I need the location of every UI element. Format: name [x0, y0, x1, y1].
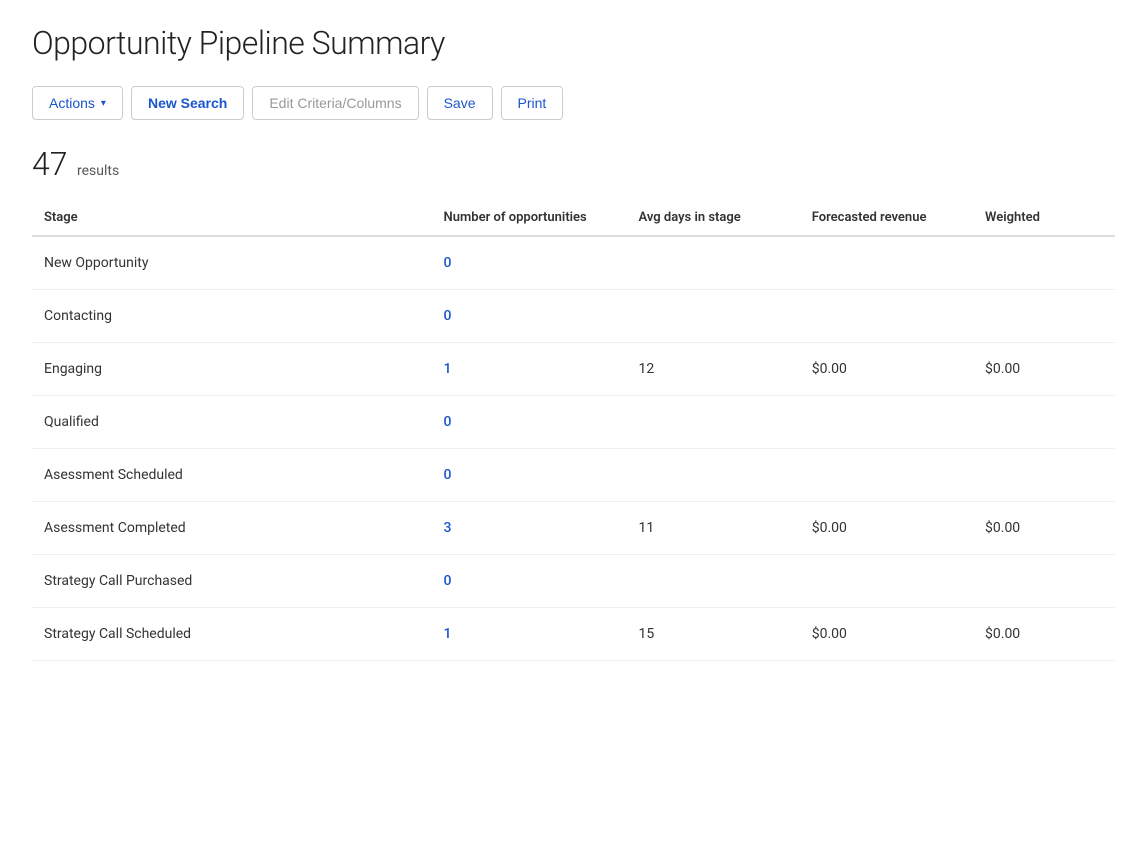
num-opps-link[interactable]: 1: [444, 361, 452, 377]
num-opps-link[interactable]: 0: [444, 255, 452, 271]
cell-num-opps[interactable]: 0: [444, 236, 639, 290]
cell-avg-days: [638, 555, 811, 608]
cell-weighted: $0.00: [985, 343, 1115, 396]
table-row: Asessment Completed311$0.00$0.00: [32, 502, 1115, 555]
cell-num-opps[interactable]: 0: [444, 449, 639, 502]
cell-avg-days: [638, 449, 811, 502]
cell-stage: Engaging: [32, 343, 444, 396]
cell-num-opps[interactable]: 0: [444, 555, 639, 608]
results-summary: 47 results: [32, 148, 1115, 180]
column-header-weighted: Weighted: [985, 200, 1115, 236]
actions-label: Actions: [49, 95, 95, 111]
cell-forecasted: [812, 555, 985, 608]
column-header-stage: Stage: [32, 200, 444, 236]
cell-stage: Strategy Call Scheduled: [32, 608, 444, 661]
cell-weighted: [985, 236, 1115, 290]
cell-forecasted: [812, 449, 985, 502]
cell-weighted: $0.00: [985, 502, 1115, 555]
cell-stage: Contacting: [32, 290, 444, 343]
cell-avg-days: [638, 236, 811, 290]
cell-avg-days: 15: [638, 608, 811, 661]
cell-forecasted: [812, 236, 985, 290]
chevron-down-icon: ▾: [101, 98, 106, 109]
num-opps-link[interactable]: 0: [444, 308, 452, 324]
cell-weighted: $0.00: [985, 608, 1115, 661]
cell-num-opps[interactable]: 0: [444, 396, 639, 449]
results-count-number: 47: [32, 145, 68, 183]
column-header-avg-days: Avg days in stage: [638, 200, 811, 236]
cell-weighted: [985, 449, 1115, 502]
page-title: Opportunity Pipeline Summary: [32, 24, 1115, 62]
cell-stage: New Opportunity: [32, 236, 444, 290]
table-row: Qualified0: [32, 396, 1115, 449]
toolbar: Actions ▾ New Search Edit Criteria/Colum…: [32, 86, 1115, 120]
cell-stage: Asessment Completed: [32, 502, 444, 555]
cell-stage: Strategy Call Purchased: [32, 555, 444, 608]
cell-weighted: [985, 555, 1115, 608]
table-row: Contacting0: [32, 290, 1115, 343]
cell-forecasted: [812, 396, 985, 449]
num-opps-link[interactable]: 1: [444, 626, 452, 642]
table-row: Strategy Call Purchased0: [32, 555, 1115, 608]
cell-avg-days: 12: [638, 343, 811, 396]
cell-avg-days: 11: [638, 502, 811, 555]
new-search-button[interactable]: New Search: [131, 86, 244, 120]
column-header-forecasted: Forecasted revenue: [812, 200, 985, 236]
cell-stage: Asessment Scheduled: [32, 449, 444, 502]
pipeline-table: Stage Number of opportunities Avg days i…: [32, 200, 1115, 661]
num-opps-link[interactable]: 0: [444, 467, 452, 483]
cell-num-opps[interactable]: 0: [444, 290, 639, 343]
edit-criteria-button[interactable]: Edit Criteria/Columns: [252, 86, 418, 120]
cell-num-opps[interactable]: 3: [444, 502, 639, 555]
cell-weighted: [985, 396, 1115, 449]
table-row: Strategy Call Scheduled115$0.00$0.00: [32, 608, 1115, 661]
cell-num-opps[interactable]: 1: [444, 608, 639, 661]
num-opps-link[interactable]: 3: [444, 520, 452, 536]
cell-weighted: [985, 290, 1115, 343]
num-opps-link[interactable]: 0: [444, 414, 452, 430]
cell-avg-days: [638, 290, 811, 343]
actions-button[interactable]: Actions ▾: [32, 86, 123, 120]
print-button[interactable]: Print: [501, 86, 564, 120]
table-header-row: Stage Number of opportunities Avg days i…: [32, 200, 1115, 236]
cell-num-opps[interactable]: 1: [444, 343, 639, 396]
cell-forecasted: $0.00: [812, 502, 985, 555]
save-button[interactable]: Save: [427, 86, 493, 120]
cell-stage: Qualified: [32, 396, 444, 449]
cell-avg-days: [638, 396, 811, 449]
num-opps-link[interactable]: 0: [444, 573, 452, 589]
cell-forecasted: $0.00: [812, 608, 985, 661]
table-row: Asessment Scheduled0: [32, 449, 1115, 502]
cell-forecasted: $0.00: [812, 343, 985, 396]
table-row: Engaging112$0.00$0.00: [32, 343, 1115, 396]
column-header-num-opps: Number of opportunities: [444, 200, 639, 236]
results-label: results: [77, 163, 119, 179]
table-row: New Opportunity0: [32, 236, 1115, 290]
cell-forecasted: [812, 290, 985, 343]
